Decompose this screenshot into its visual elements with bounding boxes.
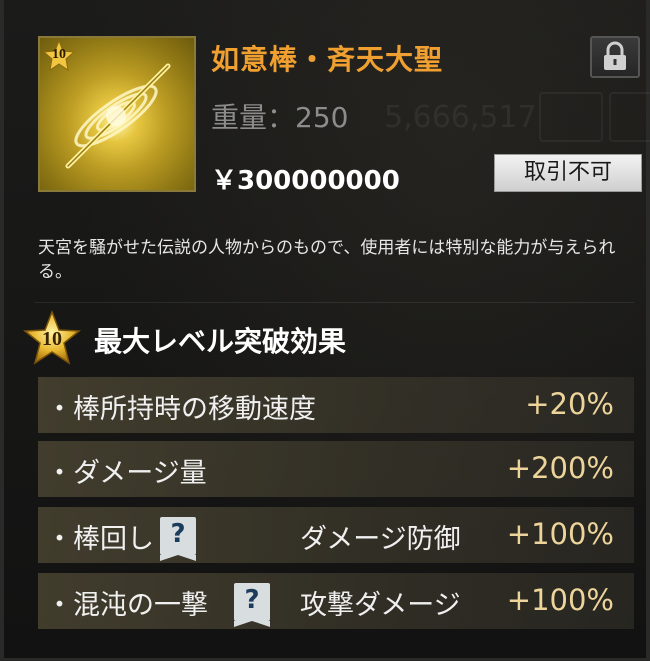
effect-value: +200% bbox=[506, 451, 614, 485]
effect-value: +100% bbox=[506, 517, 614, 551]
effect-name: ・棒回し bbox=[46, 524, 154, 555]
effect-target: ダメージ防御 bbox=[300, 524, 461, 555]
item-weight: 重量：250 bbox=[211, 101, 349, 134]
effect-row: ・ダメージ量 +200% bbox=[38, 441, 634, 497]
effect-name: ・ダメージ量 bbox=[46, 458, 207, 489]
effect-value: +100% bbox=[506, 583, 614, 617]
item-level-text: 10 bbox=[52, 47, 66, 62]
section-level-text: 10 bbox=[42, 328, 62, 350]
effect-target: 攻撃ダメージ bbox=[300, 590, 461, 621]
background-ghost-box bbox=[609, 92, 650, 142]
effect-row: ・棒所持時の移動速度 +20% bbox=[38, 377, 634, 433]
effect-name: ・混沌の一撃 bbox=[46, 590, 208, 621]
background-ghost-box bbox=[539, 92, 603, 142]
effect-row: ・棒回し ? ダメージ防御 +100% bbox=[38, 507, 634, 563]
item-tooltip-panel: 5,666,517 10 如意棒・斉天大聖 重量：250 ￥300000000 bbox=[0, 0, 650, 661]
item-name: 如意棒・斉天大聖 bbox=[211, 43, 444, 76]
trade-status-badge: 取引不可 bbox=[494, 154, 642, 192]
effect-value: +20% bbox=[525, 387, 614, 421]
help-icon[interactable]: ? bbox=[160, 517, 196, 561]
effect-row: ・混沌の一撃 ? 攻撃ダメージ +100% bbox=[38, 573, 634, 629]
section-title: 最大レベル突破効果 bbox=[94, 325, 347, 358]
lock-icon bbox=[604, 41, 626, 70]
effect-name: ・棒所持時の移動速度 bbox=[46, 394, 316, 425]
item-level-badge: 10 bbox=[42, 39, 76, 72]
item-description: 天宮を騒がせた伝説の人物からのもので、使用者には特別な能力が与えられる。 bbox=[38, 238, 616, 282]
item-price: ￥300000000 bbox=[211, 166, 400, 196]
help-icon[interactable]: ? bbox=[234, 583, 270, 627]
background-ghost-number: 5,666,517 bbox=[384, 100, 537, 135]
section-level-badge: 10 bbox=[22, 309, 82, 366]
lock-button[interactable] bbox=[590, 36, 640, 78]
max-level-effect-header: 10 最大レベル突破効果 bbox=[22, 309, 632, 366]
divider bbox=[34, 302, 634, 303]
